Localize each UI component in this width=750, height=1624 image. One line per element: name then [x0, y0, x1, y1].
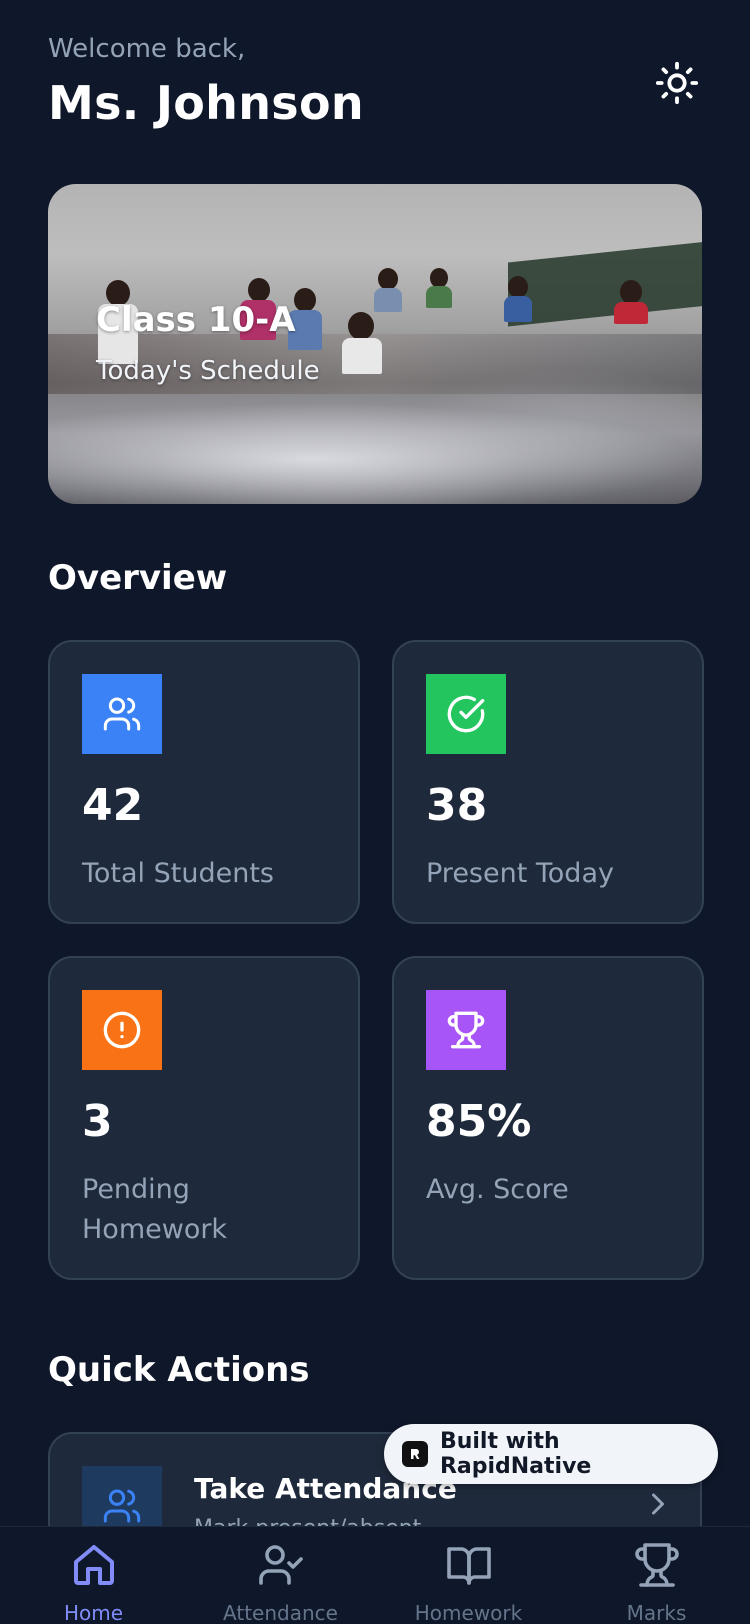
theme-toggle-button[interactable]: [652, 58, 702, 108]
stat-card-present-today[interactable]: 38 Present Today: [392, 640, 704, 924]
stat-label: Avg. Score: [426, 1174, 569, 1205]
welcome-text: Welcome back,: [48, 34, 246, 64]
tab-label: Homework: [414, 1601, 523, 1624]
stat-label: Present Today: [426, 858, 614, 889]
stat-label: Pending Homework: [82, 1174, 228, 1245]
check-circle-icon: [426, 674, 506, 754]
quick-actions-title: Quick Actions: [48, 1350, 310, 1390]
overview-title: Overview: [48, 558, 228, 598]
user-check-icon: [258, 1545, 303, 1585]
home-icon: [73, 1545, 114, 1585]
rapidnative-logo-icon: [402, 1441, 428, 1467]
tab-homework[interactable]: Homework: [375, 1527, 562, 1624]
alert-circle-icon: [82, 990, 162, 1070]
trophy-icon: [634, 1543, 679, 1587]
stat-card-total-students[interactable]: 42 Total Students: [48, 640, 360, 924]
bottom-tab-bar: Home Attendance Homework Marks: [0, 1526, 750, 1624]
tab-marks[interactable]: Marks: [563, 1527, 750, 1624]
tab-label: Marks: [626, 1601, 687, 1624]
stat-card-pending-homework[interactable]: 3 Pending Homework: [48, 956, 360, 1280]
tab-attendance[interactable]: Attendance: [187, 1527, 374, 1624]
home-screen: Welcome back, Ms. Johnson Class 10-A Tod…: [0, 0, 750, 1624]
stat-label: Total Students: [82, 858, 274, 889]
stat-card-avg-score[interactable]: 85% Avg. Score: [392, 956, 704, 1280]
class-title: Class 10-A: [96, 300, 296, 340]
class-hero-card[interactable]: Class 10-A Today's Schedule: [48, 184, 702, 504]
class-subtitle: Today's Schedule: [96, 356, 320, 386]
book-open-icon: [446, 1547, 491, 1585]
teacher-name: Ms. Johnson: [48, 76, 364, 130]
tab-label: Attendance: [223, 1601, 338, 1624]
users-icon: [82, 674, 162, 754]
stat-value: 38: [426, 780, 488, 831]
stat-value: 42: [82, 780, 144, 831]
built-with-badge[interactable]: Built with RapidNative: [384, 1424, 718, 1484]
tab-home[interactable]: Home: [0, 1527, 187, 1624]
stat-value: 3: [82, 1096, 113, 1147]
badge-text: Built with RapidNative: [439, 1429, 592, 1479]
stat-value: 85%: [426, 1096, 532, 1147]
tab-label: Home: [63, 1601, 124, 1624]
trophy-icon: [426, 990, 506, 1070]
chevron-right-icon: [652, 1493, 664, 1515]
sun-icon: [655, 61, 699, 105]
